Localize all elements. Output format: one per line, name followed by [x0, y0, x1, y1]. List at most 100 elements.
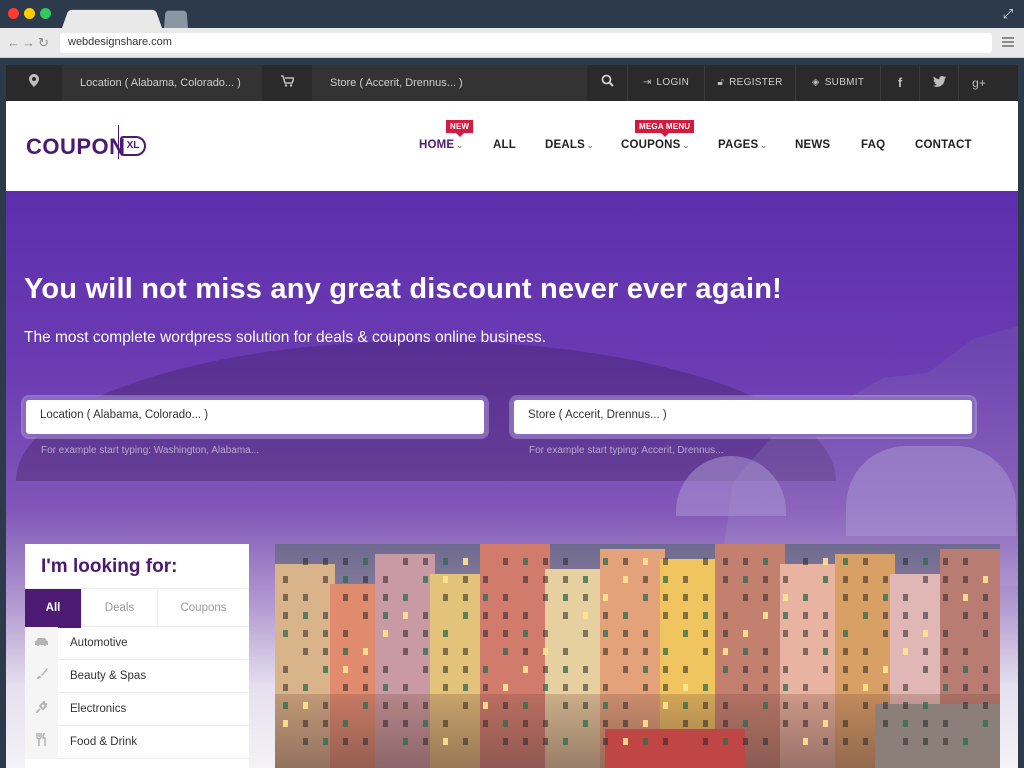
google-plus-icon[interactable]: g+: [959, 65, 999, 101]
photo-window: [423, 576, 428, 583]
photo-window: [943, 594, 948, 601]
login-link[interactable]: ⇥ LOGIN: [628, 65, 704, 101]
photo-window: [903, 594, 908, 601]
nav-pages[interactable]: PAGES ⌄: [718, 139, 767, 151]
photo-window: [703, 720, 708, 727]
photo-window: [323, 648, 328, 655]
photo-window: [523, 576, 528, 583]
fullscreen-icon[interactable]: ⤢: [1000, 6, 1016, 22]
photo-window: [463, 612, 468, 619]
photo-window: [343, 684, 348, 691]
category-item[interactable]: Automotive: [25, 627, 249, 660]
register-link[interactable]: 🔓︎ REGISTER: [705, 65, 795, 101]
panel-title: I'm looking for:: [41, 556, 178, 577]
category-item[interactable]: Food & Drink: [25, 726, 249, 759]
minimize-window-dot[interactable]: [24, 8, 35, 19]
photo-window: [483, 630, 488, 637]
photo-window: [883, 576, 888, 583]
plug-icon: [25, 693, 58, 726]
photo-window: [283, 684, 288, 691]
category-item[interactable]: Electronics: [25, 693, 249, 726]
photo-window: [883, 720, 888, 727]
hero-store-input[interactable]: Store ( Accerit, Drennus... ): [511, 397, 975, 437]
browser-tab-strip: ⤢: [0, 0, 1024, 28]
looking-for-panel: I'm looking for: All Deals Coupons Autom…: [25, 544, 249, 768]
photo-window: [963, 612, 968, 619]
browser-menu-icon[interactable]: [1002, 37, 1014, 49]
photo-window: [623, 666, 628, 673]
nav-news[interactable]: NEWS: [795, 139, 830, 151]
photo-window: [943, 684, 948, 691]
tab-coupons[interactable]: Coupons: [158, 589, 249, 628]
photo-window: [783, 576, 788, 583]
nav-deals[interactable]: DEALS ⌄: [545, 139, 594, 151]
address-bar[interactable]: webdesignshare.com: [60, 33, 992, 53]
photo-window: [543, 666, 548, 673]
photo-window: [403, 648, 408, 655]
photo-window: [703, 702, 708, 709]
reload-icon[interactable]: ↻: [38, 35, 49, 51]
photo-window: [883, 666, 888, 673]
photo-window: [623, 612, 628, 619]
nav-contact[interactable]: CONTACT: [915, 139, 972, 151]
close-window-dot[interactable]: [8, 8, 19, 19]
photo-window: [823, 630, 828, 637]
photo-window: [863, 594, 868, 601]
category-label: Beauty & Spas: [70, 670, 147, 682]
photo-window: [763, 576, 768, 583]
nav-all[interactable]: ALL: [493, 139, 516, 151]
photo-window: [983, 666, 988, 673]
photo-window: [643, 648, 648, 655]
new-tab-button[interactable]: [164, 10, 188, 28]
maximize-window-dot[interactable]: [40, 8, 51, 19]
topbar-store-input[interactable]: Store ( Accerit, Drennus... ): [312, 65, 587, 101]
photo-window: [523, 666, 528, 673]
browser-toolbar: ← → ↻ webdesignshare.com: [0, 28, 1024, 58]
photo-window: [523, 738, 528, 745]
photo-window: [643, 594, 648, 601]
photo-window: [703, 594, 708, 601]
photo-window: [423, 630, 428, 637]
nav-home[interactable]: HOME ⌄: [419, 139, 463, 151]
photo-window: [283, 630, 288, 637]
photo-window: [423, 612, 428, 619]
tab-deals[interactable]: Deals: [82, 589, 158, 628]
logo-suffix[interactable]: XL: [120, 136, 146, 156]
hero-section: You will not miss any great discount nev…: [6, 191, 1018, 768]
photo-window: [623, 720, 628, 727]
photo-window: [363, 738, 368, 745]
featured-city-photo[interactable]: [275, 544, 1000, 768]
photo-window: [503, 630, 508, 637]
photo-window: [523, 702, 528, 709]
photo-window: [523, 720, 528, 727]
photo-window: [403, 702, 408, 709]
photo-window: [623, 738, 628, 745]
photo-window: [443, 576, 448, 583]
photo-window: [483, 666, 488, 673]
forward-arrow-icon[interactable]: →: [22, 35, 35, 51]
topbar-location-input[interactable]: Location ( Alabama, Colorado... ): [62, 65, 262, 101]
photo-window: [983, 594, 988, 601]
submit-link[interactable]: ◈ SUBMIT: [796, 65, 880, 101]
photo-window: [443, 648, 448, 655]
back-arrow-icon[interactable]: ←: [7, 35, 20, 51]
photo-roof: [605, 729, 745, 768]
photo-window: [503, 648, 508, 655]
nav-faq[interactable]: FAQ: [861, 139, 885, 151]
photo-window: [523, 558, 528, 565]
photo-window: [543, 594, 548, 601]
photo-window: [723, 738, 728, 745]
facebook-icon[interactable]: f: [881, 65, 919, 101]
browser-tab-active[interactable]: [62, 9, 162, 28]
search-icon[interactable]: [587, 65, 627, 101]
photo-window: [583, 720, 588, 727]
hero-location-input[interactable]: Location ( Alabama, Colorado... ): [23, 397, 487, 437]
photo-window: [823, 612, 828, 619]
category-item[interactable]: Beauty & Spas: [25, 660, 249, 693]
tab-all[interactable]: All: [25, 589, 82, 628]
twitter-icon[interactable]: [920, 65, 958, 101]
nav-coupons[interactable]: COUPONS ⌄: [621, 139, 689, 151]
hero-subtitle: The most complete wordpress solution for…: [24, 329, 547, 346]
photo-window: [903, 702, 908, 709]
logo-text[interactable]: COUPON: [26, 134, 126, 160]
